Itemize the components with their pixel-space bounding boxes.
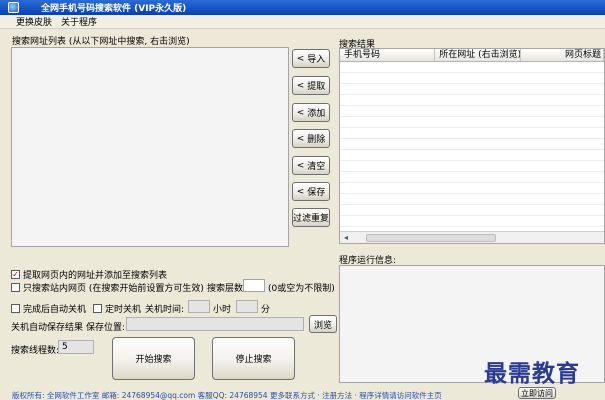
depth-input[interactable] (243, 279, 265, 292)
extract-links-checkbox[interactable]: ✓ (11, 270, 20, 279)
timed-shutdown-option[interactable]: 定时关机 (93, 302, 141, 315)
threads-label: 搜索线程数: (11, 346, 60, 356)
chevron-left-icon: < (296, 107, 305, 118)
start-search-button[interactable]: 开始搜索 (112, 337, 195, 380)
site-only-option[interactable]: 只搜索站内网页 (在搜索开始前设置方可生效) (11, 281, 204, 294)
app-icon (8, 2, 19, 13)
shutdown-time-label: 关机时间: (145, 305, 185, 315)
auto-shutdown-option[interactable]: 完成后自动关机 (11, 302, 86, 315)
filter-duplicates-button[interactable]: 过滤重复 (292, 208, 330, 227)
timed-shutdown-checkbox[interactable] (93, 304, 102, 313)
footer-info: 版权所有: 全网软件工作室 邮箱: 24768954@qq.com 客服QQ: … (12, 391, 442, 400)
clear-button[interactable]: < 清空 (292, 156, 330, 175)
shutdown-minute-input[interactable] (236, 300, 258, 313)
column-header-phone[interactable]: 手机号码 (340, 49, 436, 61)
add-button[interactable]: < 添加 (292, 103, 330, 122)
stop-search-button[interactable]: 停止搜索 (212, 337, 295, 380)
chevron-left-icon: < (296, 80, 305, 91)
window-title: 全网手机号码搜索软件 (VIP永久版) (41, 4, 187, 14)
menu-item-skin[interactable]: 更换皮肤 (16, 15, 52, 28)
watermark-logo: 最需教育 (484, 360, 580, 387)
menu-bar: 更换皮肤 关于程序 (0, 15, 605, 29)
title-bar: 全网手机号码搜索软件 (VIP永久版) (0, 0, 605, 15)
chevron-left-icon: < (296, 160, 305, 171)
results-rows (340, 62, 604, 232)
chevron-left-icon: < (296, 53, 305, 64)
extract-links-option[interactable]: ✓ 提取网页内的网址并添加至搜索列表 (11, 268, 167, 281)
save-path-input[interactable] (126, 317, 304, 331)
column-header-title[interactable]: 网页标题 (521, 49, 604, 61)
auto-shutdown-checkbox[interactable] (11, 304, 20, 313)
chevron-left-icon: < (296, 133, 305, 144)
site-only-checkbox[interactable] (11, 283, 20, 292)
auto-save-label: 关机自动保存结果 (11, 323, 84, 333)
hour-label: 小时 (213, 305, 232, 315)
depth-label: 搜索层数 (207, 284, 244, 294)
scroll-left-icon[interactable]: ◂ (340, 233, 352, 242)
depth-hint: (0或空为不限制) (268, 284, 335, 294)
delete-button[interactable]: < 删除 (292, 129, 330, 148)
search-url-list[interactable] (11, 47, 289, 247)
search-list-label: 搜索网址列表 (从以下网址中搜索, 右击浏览) (12, 37, 190, 47)
chevron-left-icon: < (296, 186, 305, 197)
shutdown-hour-input[interactable] (188, 300, 210, 313)
scroll-thumb[interactable] (366, 233, 496, 242)
threads-input[interactable]: 5 (58, 340, 94, 354)
save-button[interactable]: < 保存 (292, 182, 330, 201)
results-table-header: 手机号码 所在网址 (右击浏览) 网页标题 (340, 49, 604, 62)
save-path-label: 保存位置: (86, 323, 126, 333)
browse-button[interactable]: 浏览 (309, 315, 337, 333)
horizontal-scrollbar[interactable]: ◂ (340, 231, 604, 243)
column-header-url[interactable]: 所在网址 (右击浏览) (435, 49, 521, 61)
results-table[interactable]: 手机号码 所在网址 (右击浏览) 网页标题 ◂ (339, 48, 605, 244)
menu-item-about[interactable]: 关于程序 (61, 15, 97, 28)
visit-now-button[interactable]: 立即访问 (518, 387, 556, 399)
minute-label: 分 (261, 305, 271, 315)
extract-button[interactable]: < 提取 (292, 76, 330, 95)
import-button[interactable]: < 导入 (292, 49, 330, 68)
